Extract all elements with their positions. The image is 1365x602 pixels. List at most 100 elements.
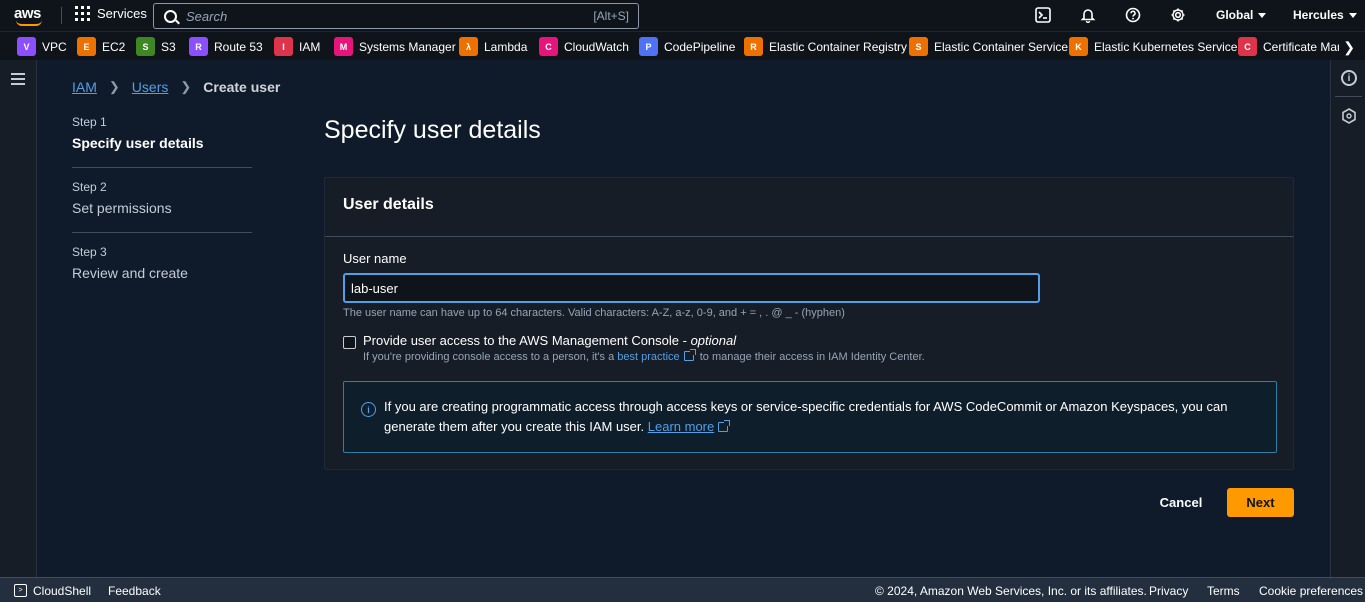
favorite-label: VPC bbox=[42, 39, 67, 54]
ec2-icon: E bbox=[77, 37, 96, 56]
favorite-ecr[interactable]: R Elastic Container Registry bbox=[744, 36, 907, 57]
vpc-icon: V bbox=[17, 37, 36, 56]
top-navigation: aws Services [Alt+S] Global Hercules bbox=[0, 0, 1365, 31]
account-menu[interactable]: Hercules bbox=[1293, 8, 1357, 22]
cancel-button[interactable]: Cancel bbox=[1150, 488, 1212, 517]
systems-manager-icon: M bbox=[334, 37, 353, 56]
account-label: Hercules bbox=[1293, 8, 1344, 22]
favorite-codepipeline[interactable]: P CodePipeline bbox=[639, 36, 735, 57]
favorite-ec2[interactable]: E EC2 bbox=[77, 36, 125, 57]
hexagon-icon[interactable] bbox=[1341, 108, 1357, 127]
console-access-description: If you're providing console access to a … bbox=[363, 349, 925, 363]
optional-label: optional bbox=[690, 333, 737, 348]
username-label: User name bbox=[343, 251, 407, 266]
terms-link[interactable]: Terms bbox=[1207, 584, 1240, 598]
username-input[interactable] bbox=[343, 273, 1040, 303]
console-desc-text-end: to manage their access in IAM Identity C… bbox=[696, 351, 925, 363]
services-menu-button[interactable]: Services bbox=[75, 6, 147, 21]
gear-icon[interactable] bbox=[1170, 7, 1186, 23]
info-icon[interactable]: i bbox=[1341, 70, 1357, 86]
services-label: Services bbox=[97, 6, 147, 21]
favorite-vpc[interactable]: V VPC bbox=[17, 36, 67, 57]
region-label: Global bbox=[1216, 8, 1254, 22]
certificate-manager-icon: C bbox=[1238, 37, 1257, 56]
wizard-steps: Step 1 Specify user details Step 2 Set p… bbox=[72, 115, 252, 309]
best-practice-link[interactable]: best practice bbox=[617, 351, 679, 363]
grid-icon bbox=[75, 6, 90, 21]
step-number: Step 3 bbox=[72, 245, 107, 259]
ecs-icon: S bbox=[909, 37, 928, 56]
privacy-link[interactable]: Privacy bbox=[1149, 584, 1188, 598]
chevron-right-icon[interactable]: ❯ bbox=[1339, 39, 1355, 56]
favorite-eks[interactable]: K Elastic Kubernetes Service bbox=[1069, 36, 1237, 57]
region-selector[interactable]: Global bbox=[1216, 8, 1267, 22]
info-alert: i If you are creating programmatic acces… bbox=[343, 381, 1277, 453]
external-link-icon bbox=[718, 420, 731, 432]
cloudshell-icon[interactable] bbox=[1035, 7, 1051, 23]
codepipeline-icon: P bbox=[639, 37, 658, 56]
search-bar[interactable]: [Alt+S] bbox=[153, 3, 639, 29]
favorite-cloudwatch[interactable]: C CloudWatch bbox=[539, 36, 629, 57]
step-number: Step 1 bbox=[72, 115, 107, 129]
favorite-certificate-manager[interactable]: C Certificate Man bbox=[1238, 36, 1344, 57]
favorite-label: Lambda bbox=[484, 39, 528, 54]
favorite-label: Elastic Container Registry bbox=[769, 39, 908, 54]
cloudshell-link[interactable]: CloudShell bbox=[33, 584, 91, 598]
info-message: If you are creating programmatic access … bbox=[384, 399, 1228, 434]
favorite-route53[interactable]: R Route 53 bbox=[189, 36, 263, 57]
ecr-icon: R bbox=[744, 37, 763, 56]
favorite-s3[interactable]: S S3 bbox=[136, 36, 176, 57]
search-icon bbox=[164, 9, 177, 23]
step-2: Step 2 Set permissions bbox=[72, 180, 252, 233]
bell-icon[interactable] bbox=[1080, 7, 1096, 24]
cookie-preferences-link[interactable]: Cookie preferences bbox=[1259, 584, 1363, 598]
search-input[interactable] bbox=[186, 8, 594, 24]
favorite-label: Elastic Kubernetes Service bbox=[1094, 39, 1238, 54]
lambda-icon: λ bbox=[459, 37, 478, 56]
favorite-label: Systems Manager bbox=[359, 39, 456, 54]
step-number: Step 2 bbox=[72, 180, 107, 194]
divider bbox=[61, 7, 62, 24]
next-button[interactable]: Next bbox=[1227, 488, 1294, 517]
copyright-text: © 2024, Amazon Web Services, Inc. or its… bbox=[875, 584, 1147, 598]
cloudshell-icon[interactable]: > bbox=[14, 584, 27, 597]
favorite-lambda[interactable]: λ Lambda bbox=[459, 36, 527, 57]
learn-more-link[interactable]: Learn more bbox=[648, 419, 714, 434]
favorite-label: Route 53 bbox=[214, 39, 263, 54]
right-tools-rail: i bbox=[1330, 60, 1365, 577]
favorite-systems-manager[interactable]: M Systems Manager bbox=[334, 36, 456, 57]
breadcrumb-iam[interactable]: IAM bbox=[72, 79, 97, 95]
help-icon[interactable] bbox=[1125, 7, 1141, 23]
step-3: Step 3 Review and create bbox=[72, 245, 252, 297]
divider bbox=[1335, 96, 1362, 97]
caret-down-icon bbox=[1348, 12, 1357, 18]
favorite-label: IAM bbox=[299, 39, 321, 54]
aws-logo[interactable]: aws bbox=[14, 5, 48, 27]
info-alert-text: If you are creating programmatic access … bbox=[384, 397, 1264, 437]
step-title: Set permissions bbox=[72, 200, 172, 216]
step-title: Review and create bbox=[72, 265, 188, 281]
route53-icon: R bbox=[189, 37, 208, 56]
feedback-link[interactable]: Feedback bbox=[108, 584, 161, 598]
breadcrumb-current: Create user bbox=[203, 79, 281, 95]
cloudwatch-icon: C bbox=[539, 37, 558, 56]
console-access-checkbox[interactable] bbox=[343, 336, 356, 349]
favorite-label: CloudWatch bbox=[564, 39, 629, 54]
step-title: Specify user details bbox=[72, 135, 204, 151]
search-shortcut: [Alt+S] bbox=[593, 9, 629, 23]
favorite-iam[interactable]: I IAM bbox=[274, 36, 320, 57]
breadcrumb-users[interactable]: Users bbox=[132, 79, 169, 95]
favorite-label: EC2 bbox=[102, 39, 126, 54]
info-icon: i bbox=[361, 402, 376, 417]
console-desc-text: If you're providing console access to a … bbox=[363, 351, 618, 363]
menu-icon[interactable] bbox=[11, 73, 25, 85]
caret-down-icon bbox=[1258, 12, 1267, 18]
chevron-right-icon: ❯ bbox=[180, 79, 192, 94]
favorite-ecs[interactable]: S Elastic Container Service bbox=[909, 36, 1068, 57]
chevron-right-icon: ❯ bbox=[108, 79, 120, 94]
username-hint: The user name can have up to 64 characte… bbox=[343, 307, 845, 319]
s3-icon: S bbox=[136, 37, 155, 56]
external-link-icon bbox=[683, 349, 696, 361]
console-access-label[interactable]: Provide user access to the AWS Managemen… bbox=[363, 333, 736, 348]
favorite-label: Elastic Container Service bbox=[934, 39, 1069, 54]
